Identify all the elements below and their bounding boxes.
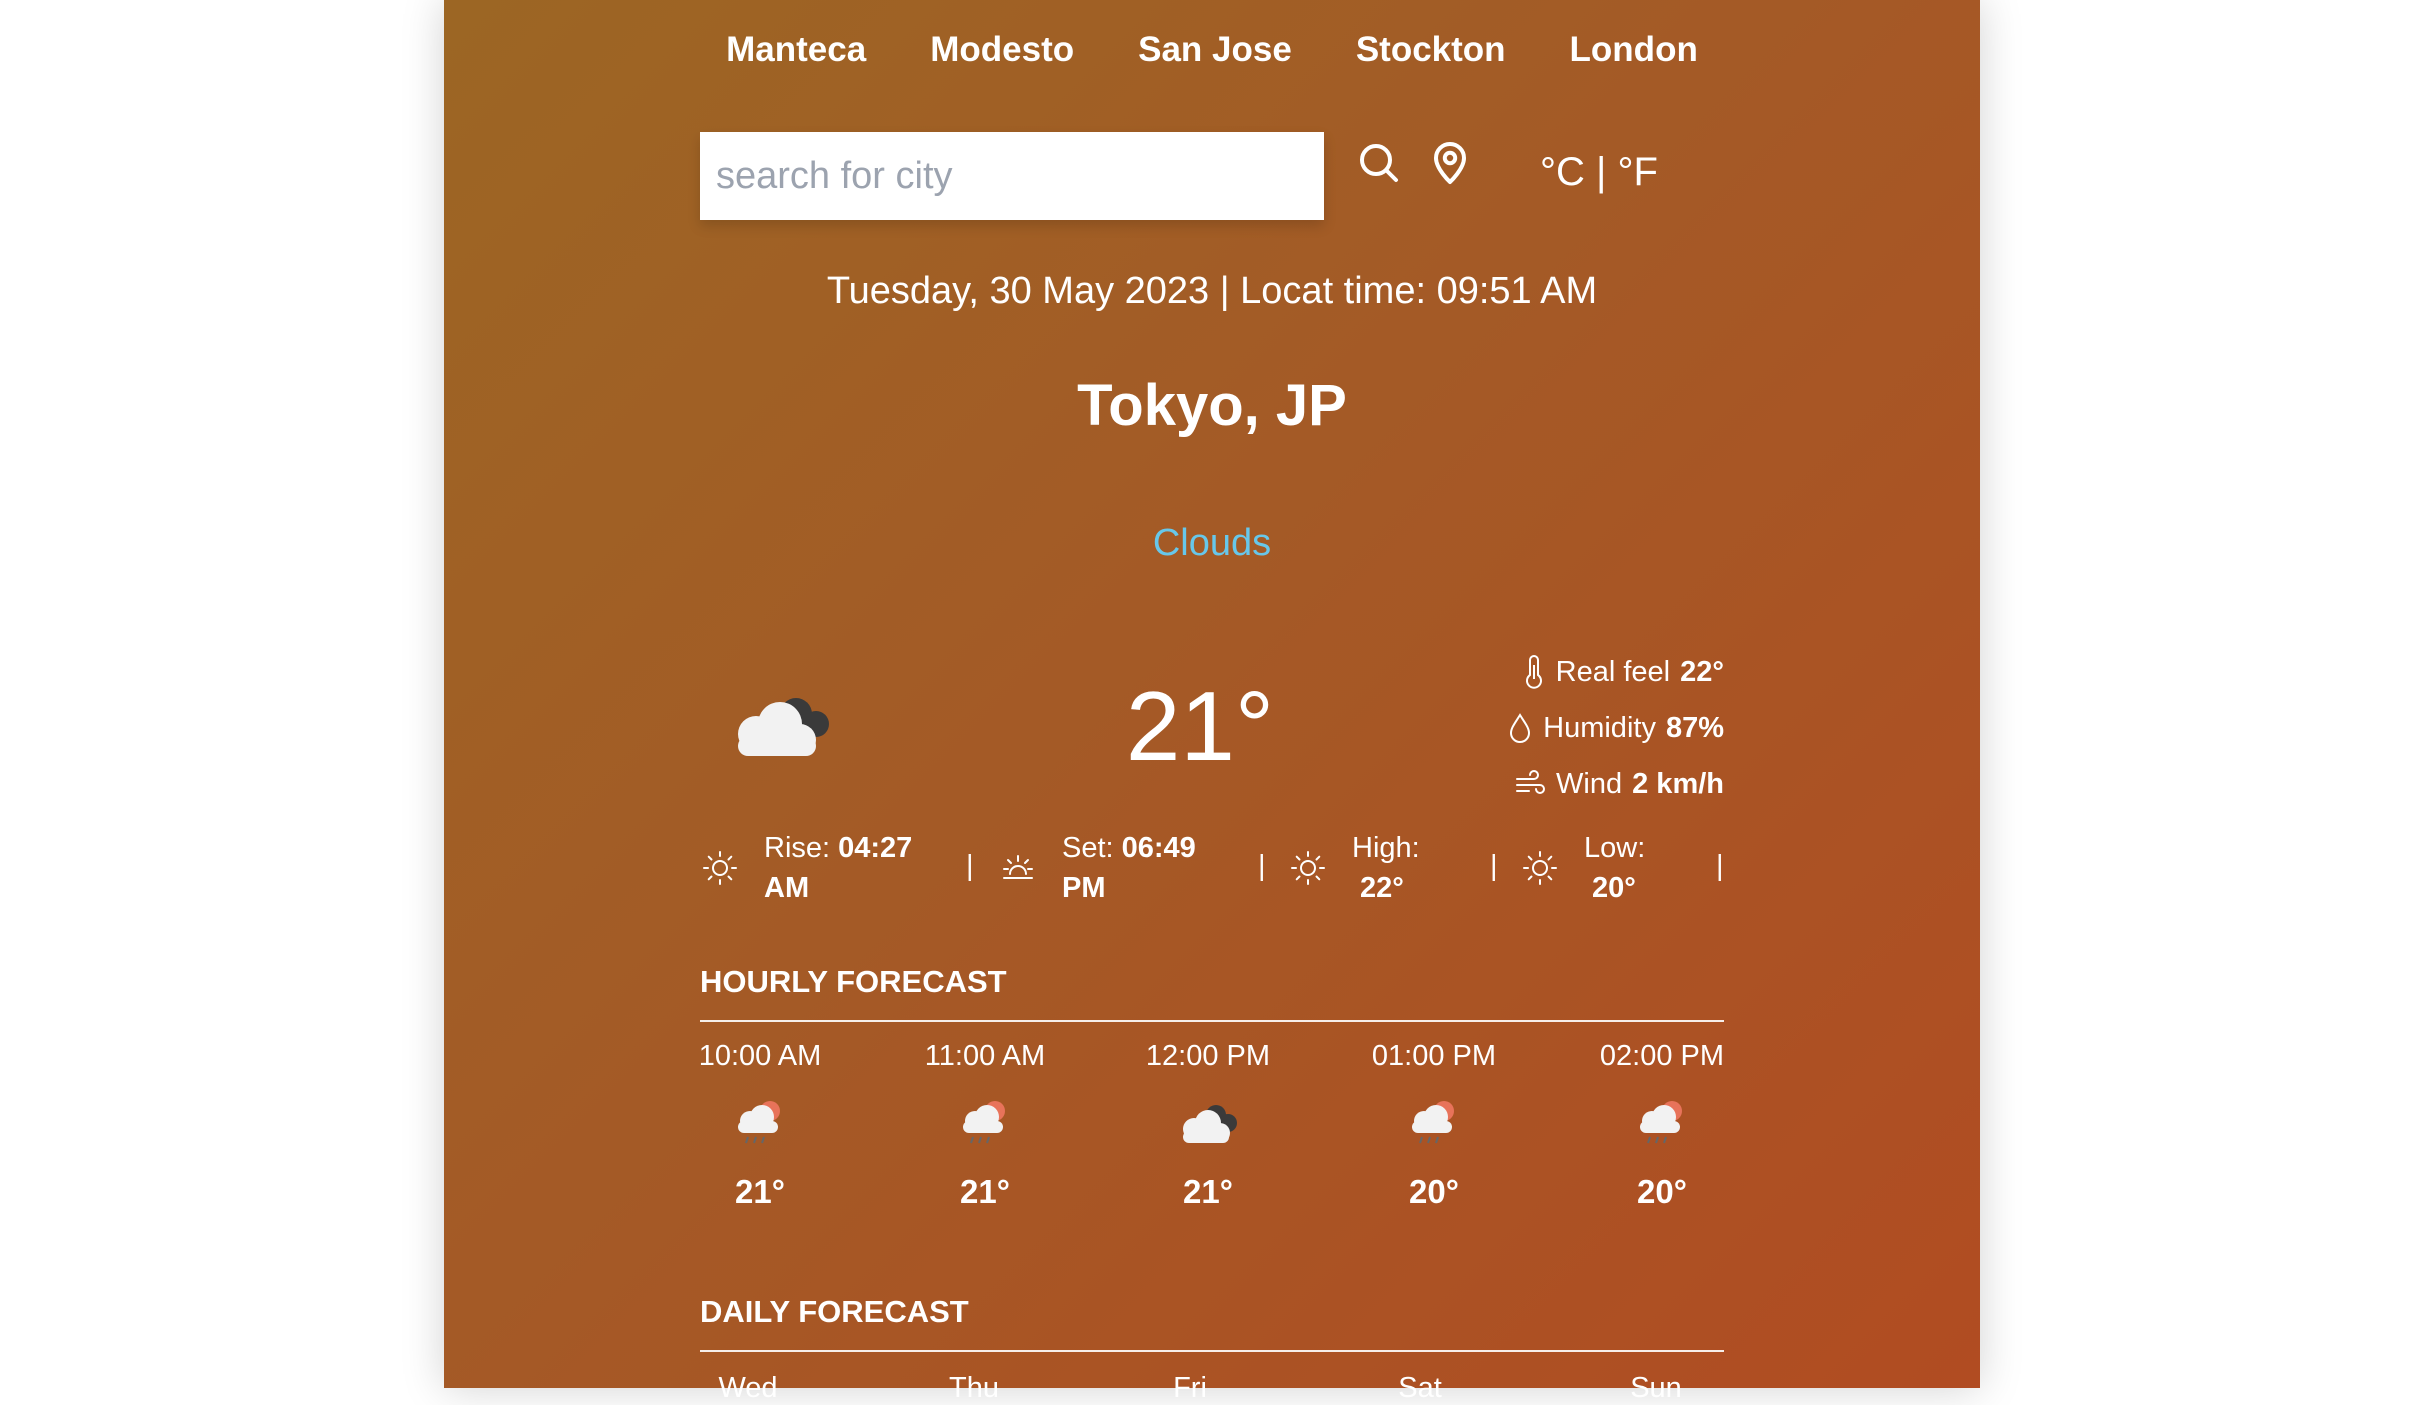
hourly-item: 11:00 AM 21° [915, 1040, 1055, 1211]
sun-icon [1291, 851, 1325, 885]
daily-day: Sat [1398, 1372, 1442, 1404]
humidity-value: 87% [1665, 711, 1724, 744]
city-button-manteca[interactable]: Manteca [726, 30, 866, 70]
sunrise-text: Rise: 04:27 AM [764, 828, 912, 908]
sunset-item: Set: 06:49 PM [1000, 828, 1196, 908]
city-button-london[interactable]: London [1570, 30, 1698, 70]
unit-separator: | [1596, 150, 1607, 194]
daily-day: Thu [949, 1372, 999, 1404]
sunrise-item: Rise: 04:27 AM [702, 828, 912, 908]
hour-temp: 21° [960, 1173, 1010, 1210]
top-city-buttons: Manteca Modesto San Jose Stockton London [700, 30, 1724, 70]
location-title: Tokyo, JP [1077, 373, 1347, 438]
current-temperature: 21° [1125, 671, 1275, 781]
search-icon[interactable] [1354, 138, 1402, 186]
weather-app: Manteca Modesto San Jose Stockton London… [444, 0, 1980, 1404]
hour-temp: 20° [1637, 1173, 1687, 1210]
wind-icon [1516, 770, 1546, 794]
hour-temp: 21° [735, 1173, 785, 1210]
thermometer-icon [1525, 655, 1542, 689]
sunset-time: 06:49 [1121, 832, 1196, 864]
local-datetime: Tuesday, 30 May 2023 | Locat time: 09:51… [826, 270, 1598, 312]
high-label: High: [1352, 832, 1420, 864]
rain-sun-icon [738, 1101, 780, 1144]
weather-details: Real feel 22° Humidity 87% Wind 2 km/h [1480, 644, 1724, 812]
wind-label: Wind [1556, 767, 1623, 800]
hourly-forecast-title: HOURLY FORECAST [700, 964, 1007, 999]
high-value: 22° [1360, 872, 1404, 904]
hourly-item: 01:00 PM 20° [1364, 1040, 1504, 1211]
weather-condition: Clouds [1152, 522, 1272, 564]
hour-time: 12:00 PM [1145, 1040, 1271, 1072]
hourly-item: 12:00 PM 21° [1138, 1040, 1278, 1211]
droplet-icon [1510, 713, 1531, 743]
hour-time: 02:00 PM [1599, 1040, 1725, 1072]
search-input[interactable] [700, 132, 1324, 220]
cloud-icon [738, 698, 829, 756]
celsius-button[interactable]: °C [1540, 150, 1585, 194]
hourly-item: 02:00 PM 20° [1592, 1040, 1732, 1211]
separator: | [1716, 850, 1724, 882]
separator: | [1258, 850, 1266, 882]
sunrise-label: Rise: [764, 832, 831, 864]
hour-time: 11:00 AM [924, 1040, 1046, 1072]
real-feel-value: 22° [1680, 655, 1724, 688]
sun-icon [703, 851, 737, 885]
sunset-icon [1003, 855, 1033, 879]
high-temp-text: High: 22° [1352, 828, 1420, 908]
sunset-text: Set: 06:49 PM [1062, 828, 1196, 908]
daily-day: Sun [1630, 1372, 1682, 1404]
high-temp-item: High: 22° [1290, 828, 1420, 908]
wind-value: 2 km/h [1632, 767, 1724, 800]
low-value: 20° [1592, 872, 1636, 904]
unit-toggle: °C | °F [1540, 150, 1658, 195]
low-temp-item: Low: 20° [1522, 828, 1645, 908]
city-button-san-jose[interactable]: San Jose [1138, 30, 1292, 70]
rain-sun-icon [1640, 1101, 1682, 1144]
location-pin-icon[interactable] [1426, 138, 1474, 186]
sunset-period: PM [1062, 872, 1106, 904]
low-label: Low: [1584, 832, 1646, 864]
city-button-modesto[interactable]: Modesto [930, 30, 1074, 70]
separator: | [1490, 850, 1498, 882]
hour-time: 01:00 PM [1371, 1040, 1497, 1072]
rain-sun-icon [963, 1101, 1005, 1144]
low-temp-text: Low: 20° [1584, 828, 1645, 908]
hour-time: 10:00 AM [698, 1040, 822, 1072]
sun-info-row: Rise: 04:27 AM | Set: 06:49 PM | High: 2… [700, 828, 1724, 918]
sunset-label: Set: [1062, 832, 1114, 864]
real-feel-row: Real feel 22° [1480, 644, 1724, 700]
humidity-row: Humidity 87% [1480, 700, 1724, 756]
search-row: °C | °F [700, 132, 1724, 220]
hourly-item: 10:00 AM 21° [690, 1040, 830, 1211]
fahrenheit-button[interactable]: °F [1618, 150, 1658, 194]
hour-temp: 21° [1183, 1173, 1233, 1210]
sunrise-period: AM [764, 872, 810, 904]
daily-day: Wed [718, 1372, 778, 1404]
rain-sun-icon [1412, 1101, 1454, 1144]
real-feel-label: Real feel [1555, 655, 1671, 688]
sun-icon [1523, 851, 1557, 885]
daily-day: Fri [1173, 1372, 1207, 1404]
sunrise-time: 04:27 [838, 832, 913, 864]
cloud-icon [1183, 1105, 1237, 1143]
city-button-stockton[interactable]: Stockton [1356, 30, 1506, 70]
daily-forecast-title: DAILY FORECAST [700, 1294, 969, 1329]
wind-row: Wind 2 km/h [1480, 756, 1724, 812]
daily-divider [700, 1350, 1724, 1352]
hourly-divider [700, 1020, 1724, 1022]
separator: | [966, 850, 974, 882]
humidity-label: Humidity [1543, 711, 1656, 744]
hour-temp: 20° [1409, 1173, 1459, 1210]
